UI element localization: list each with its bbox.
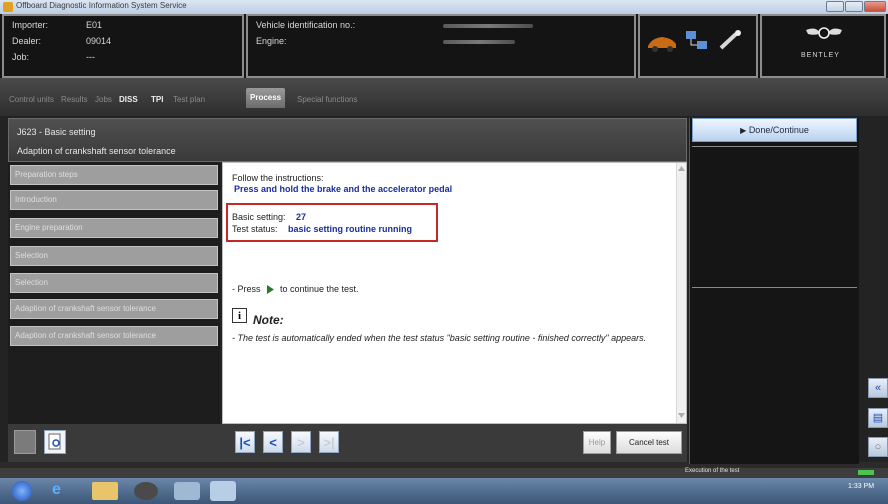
play-arrow-icon <box>267 285 274 294</box>
done-continue-label: Done/Continue <box>748 125 809 135</box>
step-item[interactable]: Preparation steps <box>10 165 218 185</box>
content-scrollbar[interactable] <box>676 163 686 423</box>
instructions-prefix: Follow the instructions: <box>232 173 324 183</box>
play-arrow-icon: ▶ <box>740 126 747 135</box>
step-item[interactable]: Introduction <box>10 190 218 210</box>
scroll-up-icon[interactable] <box>678 166 685 171</box>
function-title: J623 - Basic setting <box>17 127 96 137</box>
vin-label: Vehicle identification no.: <box>256 20 356 30</box>
tab-jobs[interactable]: Jobs <box>92 92 115 108</box>
scroll-down-icon[interactable] <box>678 413 685 418</box>
instruction-text: Press and hold the brake and the acceler… <box>234 184 453 194</box>
tab-results[interactable]: Results <box>58 92 91 108</box>
importer-info: Importer: E01 Dealer: 09014 Job: --- <box>2 14 244 78</box>
tab-special-functions[interactable]: Special functions <box>294 92 360 108</box>
press-suffix: to continue the test. <box>280 284 359 294</box>
car-icon <box>648 37 676 52</box>
document-icon[interactable] <box>14 430 36 454</box>
step-item[interactable]: Engine preparation <box>10 218 218 238</box>
network-icon <box>686 31 707 49</box>
browser-icon[interactable]: e <box>52 481 82 501</box>
importer-label: Importer: <box>12 20 49 30</box>
function-subtitle: Adaption of crankshaft sensor tolerance <box>17 146 176 156</box>
minimize-button[interactable] <box>826 1 844 12</box>
previous-step-icon[interactable]: < <box>263 431 283 453</box>
app-icon <box>3 2 13 12</box>
tab-process[interactable]: Process <box>246 88 286 108</box>
status-text: Execution of the test <box>685 468 740 474</box>
bentley-wings-logo-icon <box>806 27 842 39</box>
document-search-icon[interactable] <box>44 430 66 454</box>
vehicle-info: Vehicle identification no.: Engine: <box>246 14 636 78</box>
clock: 1:33 PM <box>848 483 875 490</box>
back-arrows-icon[interactable]: « <box>868 378 888 398</box>
job-label: Job: <box>12 52 30 62</box>
divider <box>692 287 857 288</box>
window-title: Offboard Diagnostic Information System S… <box>16 1 187 10</box>
start-button[interactable] <box>12 481 32 501</box>
instruction-content: Follow the instructions: Press and hold … <box>222 162 687 424</box>
tab-test-plan[interactable]: Test plan <box>170 92 208 108</box>
header: Importer: E01 Dealer: 09014 Job: --- Veh… <box>0 14 888 78</box>
note-text: - The test is automatically ended when t… <box>232 333 647 343</box>
connection-status-icons <box>638 14 758 78</box>
tab-diss[interactable]: DISS <box>116 92 141 108</box>
media-player-icon[interactable] <box>134 482 158 500</box>
step-item[interactable]: Selection <box>10 246 218 266</box>
vin-value-redacted <box>443 24 533 28</box>
engine-value-redacted <box>443 40 515 44</box>
dealer-label: Dealer: <box>12 36 42 46</box>
done-continue-button[interactable]: ▶ Done/Continue <box>692 118 857 142</box>
info-icon: i <box>232 308 247 323</box>
taskbar: e 1:33 PM <box>0 478 888 504</box>
diagnostic-probe-icon <box>719 30 741 50</box>
help-button[interactable]: Help <box>583 431 611 454</box>
function-title-panel: J623 - Basic setting Adaption of cranksh… <box>8 118 687 162</box>
odis-taskbar-icon[interactable] <box>210 481 236 501</box>
cancel-test-button[interactable]: Cancel test <box>616 431 682 454</box>
maximize-button[interactable] <box>845 1 863 12</box>
step-item[interactable]: Adaption of crankshaft sensor tolerance <box>10 326 218 346</box>
action-panel <box>689 118 859 464</box>
status-bar: Execution of the test <box>0 468 888 478</box>
print-icon[interactable]: ▤ <box>868 408 888 428</box>
engine-label: Engine: <box>256 36 287 46</box>
close-button[interactable] <box>864 1 886 12</box>
window-title-bar: Offboard Diagnostic Information System S… <box>0 0 888 14</box>
tab-tpi[interactable]: TPI <box>148 92 166 108</box>
job-value: --- <box>86 52 95 62</box>
tab-control-units[interactable]: Control units <box>6 92 57 108</box>
step-item[interactable]: Selection <box>10 273 218 293</box>
first-step-icon[interactable]: |< <box>235 431 255 453</box>
info-circle-icon[interactable]: ○ <box>868 437 888 457</box>
importer-value: E01 <box>86 20 103 30</box>
progress-indicator <box>858 470 874 475</box>
brand-name: BENTLEY <box>801 52 840 59</box>
app-icon[interactable] <box>174 482 200 500</box>
folder-icon[interactable] <box>92 482 118 500</box>
last-step-icon[interactable]: >| <box>319 431 339 453</box>
test-status-highlight <box>226 203 438 242</box>
dealer-value: 09014 <box>86 36 112 46</box>
step-item[interactable]: Adaption of crankshaft sensor tolerance <box>10 299 218 319</box>
note-title: Note: <box>253 313 284 327</box>
next-step-icon[interactable]: > <box>291 431 311 453</box>
divider <box>692 146 857 147</box>
brand-logo: BENTLEY <box>760 14 886 78</box>
press-prefix: - Press <box>232 284 261 294</box>
